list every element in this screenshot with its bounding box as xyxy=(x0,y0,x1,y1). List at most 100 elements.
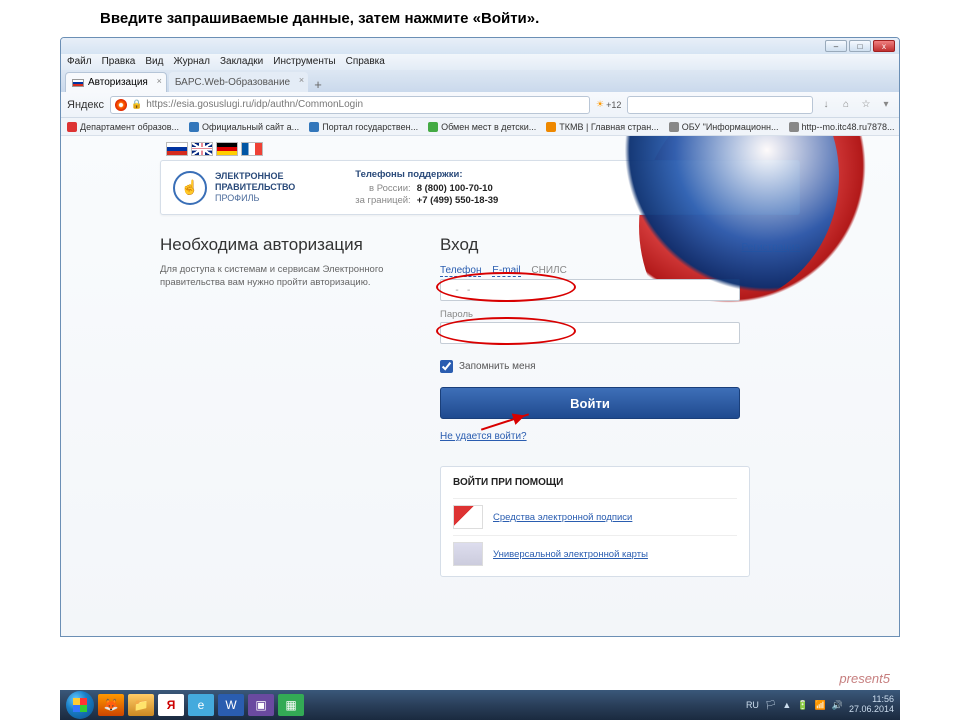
bookmark-icon[interactable]: ☆ xyxy=(859,98,873,112)
close-icon[interactable]: × xyxy=(157,76,162,86)
favicon xyxy=(189,122,199,132)
download-icon[interactable]: ↓ xyxy=(819,98,833,112)
support-int-phone: +7 (499) 550-18-39 xyxy=(417,195,499,206)
menu-edit[interactable]: Правка xyxy=(102,56,136,68)
url-text: https://esia.gosuslugi.ru/idp/authn/Comm… xyxy=(146,99,363,110)
alt-eds-link[interactable]: Средства электронной подписи xyxy=(493,512,632,523)
bookmark-item[interactable]: http--mo.itc48.ru7878... xyxy=(789,122,895,132)
logo-block: ☝ ЭЛЕКТРОННОЕ ПРАВИТЕЛЬСТВО ПРОФИЛЬ xyxy=(173,171,295,205)
menu-tools[interactable]: Инструменты xyxy=(273,56,335,68)
system-tray: RU 🏳 ▲ 🔋 📶 🔊 11:56 27.06.2014 xyxy=(746,695,894,715)
tray-volume-icon[interactable]: 🔊 xyxy=(832,700,843,711)
bookmark-item[interactable]: ТКМВ | Главная стран... xyxy=(546,122,658,132)
taskbar-app-icon[interactable]: ▣ xyxy=(248,694,274,716)
start-button[interactable] xyxy=(66,691,94,719)
support-ru-label: в России: xyxy=(355,183,410,194)
favicon xyxy=(546,122,556,132)
logo-text: ЭЛЕКТРОННОЕ ПРАВИТЕЛЬСТВО ПРОФИЛЬ xyxy=(215,171,295,203)
auth-text: Для доступа к системам и сервисам Электр… xyxy=(160,263,390,290)
flag-de-icon[interactable] xyxy=(216,142,238,156)
alt-login-panel: ВОЙТИ ПРИ ПОМОЩИ Средства электронной по… xyxy=(440,466,750,577)
login-tabs: Телефон E-mail СНИЛС xyxy=(440,265,800,276)
browser-menubar: Файл Правка Вид Журнал Закладки Инструме… xyxy=(61,54,899,70)
header-panel: ☝ ЭЛЕКТРОННОЕ ПРАВИТЕЛЬСТВО ПРОФИЛЬ Теле… xyxy=(160,160,800,215)
weather-widget[interactable]: ☀+12 xyxy=(596,99,621,110)
flag-ru-icon[interactable] xyxy=(166,142,188,156)
tray-flag-icon[interactable]: 🏳 xyxy=(765,700,776,711)
toolbar-icons: ↓ ⌂ ☆ ▾ xyxy=(819,98,893,112)
menu-help[interactable]: Справка xyxy=(346,56,385,68)
new-tab-button[interactable]: + xyxy=(310,77,326,92)
bookmark-item[interactable]: Портал государствен... xyxy=(309,122,418,132)
snils-input[interactable] xyxy=(440,279,740,301)
tab-inactive[interactable]: БАРС.Web-Образование × xyxy=(169,72,308,92)
tab-snils[interactable]: СНИЛС xyxy=(531,265,566,276)
favicon xyxy=(67,122,77,132)
bookmark-item[interactable]: Департамент образов... xyxy=(67,122,179,132)
login-heading: Вход xyxy=(440,235,742,255)
search-input[interactable] xyxy=(627,96,813,114)
close-icon[interactable]: × xyxy=(299,75,304,85)
menu-history[interactable]: Журнал xyxy=(173,56,210,68)
window-titlebar: – □ x xyxy=(61,38,899,54)
taskbar-yandex-icon[interactable]: Я xyxy=(158,694,184,716)
alt-heading: ВОЙТИ ПРИ ПОМОЩИ xyxy=(453,477,737,488)
tray-network-icon[interactable]: 📶 xyxy=(815,700,826,711)
login-form: Вход Регистрация Телефон E-mail СНИЛС Па… xyxy=(440,235,800,577)
bookmark-item[interactable]: Обмен мест в детски... xyxy=(428,122,536,132)
taskbar-app-icon[interactable]: ▦ xyxy=(278,694,304,716)
remember-input[interactable] xyxy=(440,360,453,373)
window-maximize-button[interactable]: □ xyxy=(849,40,871,52)
flag-fr-icon[interactable] xyxy=(241,142,263,156)
favicon xyxy=(669,122,679,132)
taskbar-explorer-icon[interactable]: 📁 xyxy=(128,694,154,716)
tray-battery-icon[interactable]: 🔋 xyxy=(797,700,808,711)
instruction-text: Введите запрашиваемые данные, затем нажм… xyxy=(0,0,960,37)
favicon xyxy=(309,122,319,132)
home-icon[interactable]: ⌂ xyxy=(839,98,853,112)
tray-up-icon[interactable]: ▲ xyxy=(782,700,791,710)
logo-icon: ☝ xyxy=(173,171,207,205)
login-button[interactable]: Войти xyxy=(440,387,740,419)
browser-window: – □ x Файл Правка Вид Журнал Закладки Ин… xyxy=(60,37,900,637)
lock-icon: 🔒 xyxy=(131,99,142,110)
tab-active[interactable]: Авторизация × xyxy=(65,72,167,92)
favicon xyxy=(428,122,438,132)
bookmark-item[interactable]: Официальный сайт а... xyxy=(189,122,299,132)
favicon xyxy=(789,122,799,132)
url-input[interactable]: 🔒 https://esia.gosuslugi.ru/idp/authn/Co… xyxy=(110,96,590,114)
password-label: Пароль xyxy=(440,309,800,320)
menu-view[interactable]: Вид xyxy=(145,56,163,68)
tab-title: Авторизация xyxy=(88,77,148,88)
taskbar: 🦊 📁 Я e W ▣ ▦ RU 🏳 ▲ 🔋 📶 🔊 11:56 27.06.2… xyxy=(60,690,900,720)
register-link[interactable]: Регистрация xyxy=(742,242,800,253)
bookmark-bar: Департамент образов... Официальный сайт … xyxy=(61,118,899,136)
alt-item-eds[interactable]: Средства электронной подписи xyxy=(453,498,737,535)
flag-uk-icon[interactable] xyxy=(191,142,213,156)
tray-clock[interactable]: 11:56 27.06.2014 xyxy=(849,695,894,715)
address-bar: Яндекс 🔒 https://esia.gosuslugi.ru/idp/a… xyxy=(61,92,899,118)
taskbar-ie-icon[interactable]: e xyxy=(188,694,214,716)
support-phones: Телефоны поддержки: в России: 8 (800) 10… xyxy=(355,169,498,206)
ru-flag-icon xyxy=(72,79,84,87)
taskbar-firefox-icon[interactable]: 🦊 xyxy=(98,694,124,716)
window-minimize-button[interactable]: – xyxy=(825,40,847,52)
cant-login-link[interactable]: Не удается войти? xyxy=(440,431,527,442)
menu-file[interactable]: Файл xyxy=(67,56,92,68)
tab-email[interactable]: E-mail xyxy=(492,265,520,277)
menu-icon[interactable]: ▾ xyxy=(879,98,893,112)
language-bar xyxy=(166,142,800,156)
menu-bookmarks[interactable]: Закладки xyxy=(220,56,263,68)
auth-info: Необходима авторизация Для доступа к сис… xyxy=(160,235,390,577)
tab-bar: Авторизация × БАРС.Web-Образование × + xyxy=(61,70,899,92)
window-close-button[interactable]: x xyxy=(873,40,895,52)
bookmark-item[interactable]: ОБУ "Информационн... xyxy=(669,122,779,132)
alt-item-uec[interactable]: Универсальной электронной карты xyxy=(453,535,737,572)
password-input[interactable] xyxy=(440,322,740,344)
tray-lang[interactable]: RU xyxy=(746,700,759,710)
tab-phone[interactable]: Телефон xyxy=(440,265,481,277)
tab-title: БАРС.Web-Образование xyxy=(175,77,290,88)
alt-uec-link[interactable]: Универсальной электронной карты xyxy=(493,549,648,560)
taskbar-word-icon[interactable]: W xyxy=(218,694,244,716)
remember-checkbox[interactable]: Запомнить меня xyxy=(440,360,800,373)
